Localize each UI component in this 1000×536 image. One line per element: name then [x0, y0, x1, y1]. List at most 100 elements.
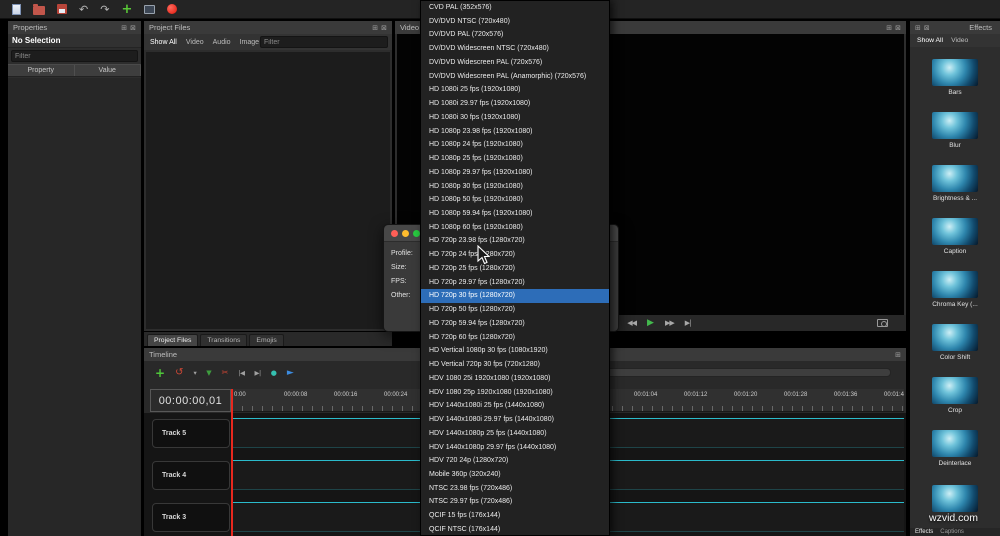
profile-option[interactable]: HDV 1080 25p 1920x1080 (1920x1080) — [421, 386, 609, 400]
effect-item[interactable]: Deinterlace — [910, 428, 1000, 481]
profile-option[interactable]: HD Vertical 1080p 30 fps (1080x1920) — [421, 344, 609, 358]
profile-option[interactable]: DV/DVD Widescreen NTSC (720x480) — [421, 42, 609, 56]
undo-icon[interactable]: ↶ — [79, 4, 88, 15]
profile-option[interactable]: HD 1080p 23.98 fps (1920x1080) — [421, 125, 609, 139]
profile-option[interactable]: HD 720p 60 fps (1280x720) — [421, 331, 609, 345]
profile-option[interactable]: Mobile 360p (320x240) — [421, 468, 609, 482]
close-panel-icon[interactable]: ⊠ — [924, 24, 930, 32]
previous-marker-icon[interactable]: |◀ — [238, 369, 244, 377]
add-track-icon[interactable]: + — [155, 366, 165, 380]
undock-panel-icon[interactable]: ⊞ — [915, 24, 921, 32]
redo-icon[interactable]: ↷ — [100, 4, 109, 15]
profile-option[interactable]: HD 1080i 30 fps (1920x1080) — [421, 111, 609, 125]
save-project-icon[interactable] — [57, 4, 67, 14]
razor-icon[interactable]: ✂ — [222, 368, 229, 377]
dock-tab[interactable]: Transitions — [200, 334, 247, 346]
effect-item[interactable]: Crop — [910, 375, 1000, 428]
profile-option[interactable]: HD 720p 30 fps (1280x720) — [421, 289, 609, 303]
close-panel-icon[interactable]: ⊠ — [130, 24, 136, 32]
undock-panel-icon[interactable]: ⊞ — [895, 351, 901, 359]
profile-option[interactable]: HD 1080p 30 fps (1920x1080) — [421, 180, 609, 194]
profile-option[interactable]: HD 1080p 50 fps (1920x1080) — [421, 193, 609, 207]
open-project-icon[interactable] — [33, 6, 45, 15]
fast-forward-button[interactable]: ▶▶ — [665, 319, 674, 327]
playhead[interactable] — [231, 389, 233, 536]
dock-tab[interactable]: Emojis — [249, 334, 283, 346]
profile-option[interactable]: HD 1080p 60 fps (1920x1080) — [421, 221, 609, 235]
filter-tab[interactable]: Audio — [213, 39, 231, 46]
effect-item[interactable]: Color Shift — [910, 322, 1000, 375]
profile-option[interactable]: NTSC 23.98 fps (720x486) — [421, 482, 609, 496]
profile-option[interactable]: HD 1080p 24 fps (1920x1080) — [421, 138, 609, 152]
next-marker-icon[interactable]: ▶| — [255, 369, 261, 377]
dock-tab[interactable]: Effects — [915, 529, 933, 535]
profile-option[interactable]: HD 720p 59.94 fps (1280x720) — [421, 317, 609, 331]
profile-option[interactable]: HDV 1440x1080p 29.97 fps (1440x1080) — [421, 441, 609, 455]
chevron-down-icon[interactable]: ▾ — [193, 369, 196, 377]
profile-option[interactable]: DV/DVD Widescreen PAL (Anamorphic) (720x… — [421, 70, 609, 84]
effect-thumbnail[interactable] — [932, 485, 978, 512]
center-playhead-icon[interactable]: ● — [271, 369, 277, 377]
profile-option[interactable]: HD 720p 29.97 fps (1280x720) — [421, 276, 609, 290]
profile-option[interactable]: HD Vertical 720p 30 fps (720x1280) — [421, 358, 609, 372]
effect-item[interactable]: Bars — [910, 57, 1000, 110]
properties-filter-input[interactable] — [11, 50, 138, 62]
profile-option[interactable]: HDV 1440x1080p 25 fps (1440x1080) — [421, 427, 609, 441]
profile-option[interactable]: CVD PAL (352x576) — [421, 1, 609, 15]
rotate-arrow-icon[interactable]: ↺ — [175, 367, 183, 378]
profile-option[interactable]: HD 1080i 25 fps (1920x1080) — [421, 83, 609, 97]
track-header[interactable]: Track 5 — [152, 419, 230, 448]
play-button[interactable]: ▶ — [647, 318, 654, 328]
profile-option[interactable]: HD 1080p 29.97 fps (1920x1080) — [421, 166, 609, 180]
export-video-icon[interactable] — [167, 4, 177, 14]
profile-option[interactable]: DV/DVD PAL (720x576) — [421, 28, 609, 42]
filter-tab[interactable]: Show All — [917, 37, 943, 44]
filter-tab[interactable]: Video — [951, 37, 968, 44]
effect-item[interactable]: Chroma Key (... — [910, 269, 1000, 322]
profile-option[interactable]: HD 1080p 25 fps (1920x1080) — [421, 152, 609, 166]
effect-item[interactable]: Brightness & ... — [910, 163, 1000, 216]
close-panel-icon[interactable]: ⊠ — [895, 24, 901, 32]
column-header[interactable]: Value — [75, 65, 142, 76]
undock-panel-icon[interactable]: ⊞ — [886, 24, 892, 32]
filter-tab[interactable]: Video — [186, 39, 204, 46]
profile-option[interactable]: HD 1080i 29.97 fps (1920x1080) — [421, 97, 609, 111]
jump-end-button[interactable]: ▶| — [685, 319, 691, 327]
undock-panel-icon[interactable]: ⊞ — [372, 24, 378, 32]
profile-option[interactable]: HD 720p 24 fps (1280x720) — [421, 248, 609, 262]
profile-option[interactable]: HDV 1440x1080i 25 fps (1440x1080) — [421, 399, 609, 413]
profile-option[interactable]: HD 720p 50 fps (1280x720) — [421, 303, 609, 317]
profile-option[interactable]: QCIF NTSC (176x144) — [421, 523, 609, 536]
effect-item[interactable]: Caption — [910, 216, 1000, 269]
project-files-filter-input[interactable] — [260, 36, 388, 48]
profile-option[interactable]: HD 720p 23.98 fps (1280x720) — [421, 234, 609, 248]
camera-icon[interactable] — [877, 319, 888, 327]
profile-option[interactable]: HD 720p 25 fps (1280x720) — [421, 262, 609, 276]
filter-tab[interactable]: Image — [240, 39, 259, 46]
track-header[interactable]: Track 4 — [152, 461, 230, 490]
filter-tab[interactable]: Show All — [150, 39, 177, 46]
arrow-tool-icon[interactable]: ► — [287, 368, 294, 378]
new-project-icon[interactable] — [12, 4, 21, 15]
profile-option[interactable]: HDV 720 24p (1280x720) — [421, 454, 609, 468]
dock-tab[interactable]: Project Files — [147, 334, 198, 346]
profile-option[interactable]: NTSC 29.97 fps (720x486) — [421, 495, 609, 509]
track-header[interactable]: Track 3 — [152, 503, 230, 532]
undock-panel-icon[interactable]: ⊞ — [121, 24, 127, 32]
import-files-icon[interactable]: + — [121, 4, 132, 15]
profile-option[interactable]: DV/DVD Widescreen PAL (720x576) — [421, 56, 609, 70]
column-header[interactable]: Property — [8, 65, 75, 76]
close-panel-icon[interactable]: ⊠ — [381, 24, 387, 32]
rewind-button[interactable]: ◀◀ — [627, 319, 636, 327]
zoom-traffic-light-icon[interactable] — [413, 230, 420, 237]
profile-option[interactable]: QCIF 15 fps (176x144) — [421, 509, 609, 523]
snapping-icon[interactable]: ▼ — [206, 369, 211, 377]
choose-profile-icon[interactable] — [144, 5, 155, 14]
profile-option[interactable]: HD 1080p 59.94 fps (1920x1080) — [421, 207, 609, 221]
effect-item[interactable]: Blur — [910, 110, 1000, 163]
profile-option[interactable]: DV/DVD NTSC (720x480) — [421, 15, 609, 29]
dock-tab[interactable]: Captions — [940, 529, 964, 535]
minimize-traffic-light-icon[interactable] — [402, 230, 409, 237]
close-traffic-light-icon[interactable] — [391, 230, 398, 237]
profile-option[interactable]: HDV 1080 25i 1920x1080 (1920x1080) — [421, 372, 609, 386]
